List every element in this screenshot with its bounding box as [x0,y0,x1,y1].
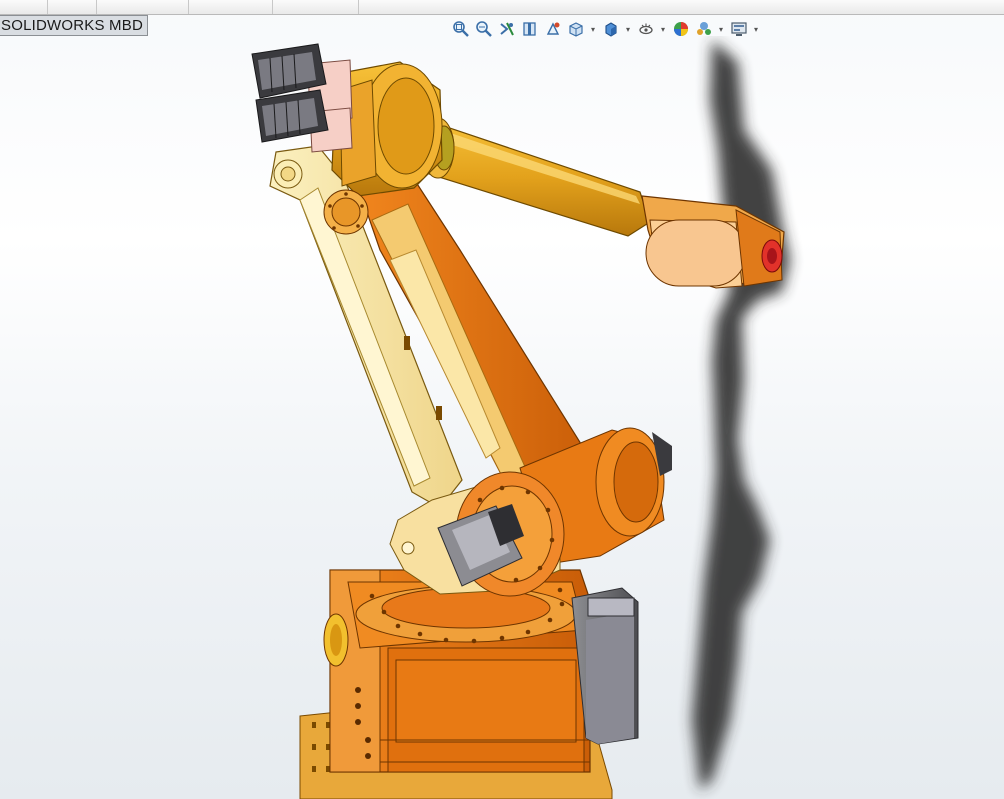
tab-solidworks-mbd[interactable]: SOLIDWORKS MBD [0,15,148,36]
robot-arm-model[interactable] [0,36,1004,799]
model-shadow [692,40,790,790]
tab-divider [47,0,48,14]
tab-divider [358,0,359,14]
graphics-area[interactable] [0,36,1004,799]
tab-divider [188,0,189,14]
command-manager-tab-strip [0,0,1004,15]
tab-divider [272,0,273,14]
solidworks-window: SOLIDWORKS MBD ▾ ▾ ▾ ▾ ▾ [0,0,1004,799]
tab-divider [96,0,97,14]
